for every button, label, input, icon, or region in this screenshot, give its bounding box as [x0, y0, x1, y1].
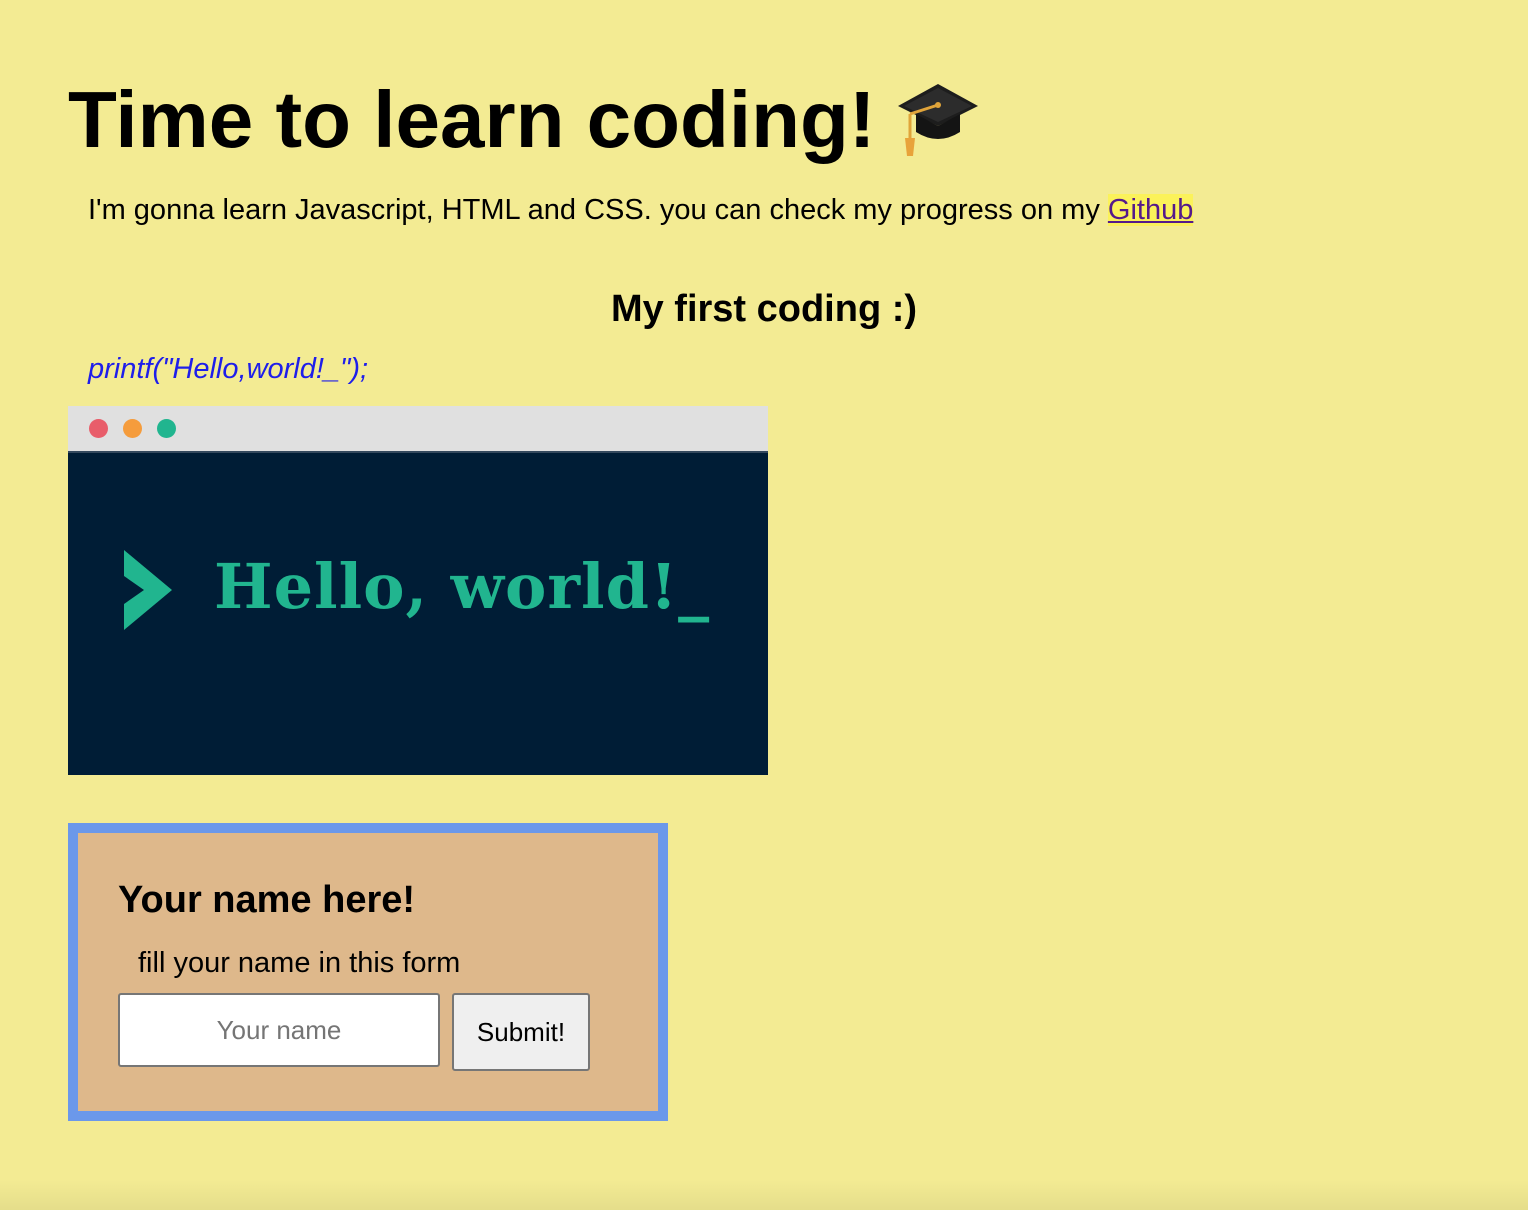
- github-link[interactable]: Github: [1107, 194, 1194, 226]
- window-dot-red-icon: [89, 419, 108, 438]
- window-title-bar: [68, 406, 768, 453]
- page-title: Time to learn coding!: [68, 72, 980, 168]
- window-dot-orange-icon: [123, 419, 142, 438]
- submit-button[interactable]: Submit!: [452, 993, 590, 1071]
- intro-text: I'm gonna learn Javascript, HTML and CSS…: [88, 192, 1194, 228]
- hello-world-image: Hello, world!_: [68, 406, 768, 775]
- form-title: Your name here!: [118, 879, 416, 921]
- graduation-cap-icon: [896, 76, 980, 160]
- bottom-shadow: [0, 1180, 1528, 1210]
- intro-sentence: I'm gonna learn Javascript, HTML and CSS…: [88, 194, 1108, 226]
- code-snippet: printf("Hello,world!_");: [88, 353, 369, 385]
- page-title-text: Time to learn coding!: [68, 75, 876, 164]
- section-title: My first coding :): [610, 288, 918, 330]
- chevron-right-icon: [122, 548, 174, 637]
- name-input[interactable]: [118, 993, 440, 1067]
- window-dot-green-icon: [157, 419, 176, 438]
- form-description: fill your name in this form: [138, 947, 461, 979]
- name-form: Your name here! fill your name in this f…: [68, 823, 668, 1121]
- hello-world-text: Hello, world!_: [214, 550, 711, 623]
